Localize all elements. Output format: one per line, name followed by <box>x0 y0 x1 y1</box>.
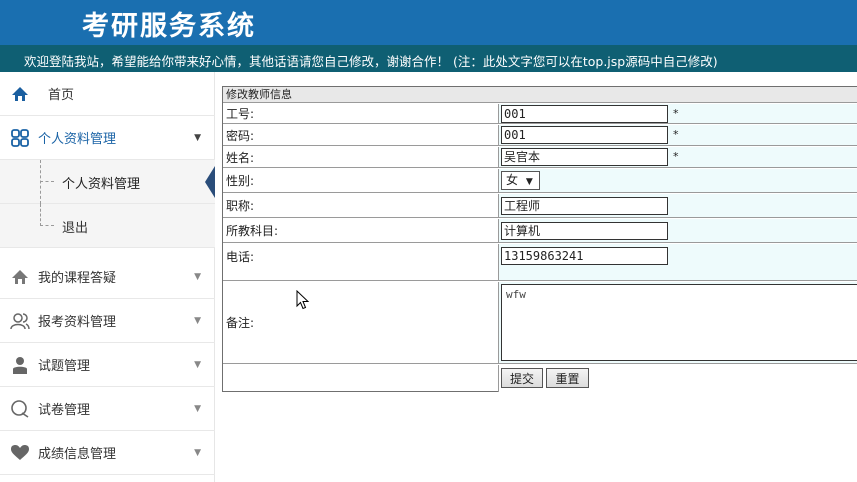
heart-icon <box>10 443 30 463</box>
sidebar-item-label: 试题管理 <box>38 359 91 374</box>
sidebar-item-question-management[interactable]: 试题管理 ▼ <box>0 343 215 387</box>
sidebar-item-paper-management[interactable]: 试卷管理 ▼ <box>0 387 215 431</box>
form-row-id: 工号: 001 * <box>223 104 857 124</box>
caret-down-icon: ▼ <box>194 447 201 458</box>
password-label: 密码: <box>223 125 499 145</box>
caret-down-icon: ▼ <box>194 315 201 326</box>
mouse-pointer-icon <box>296 289 310 310</box>
sidebar-subitem-label: 退出 <box>62 221 89 236</box>
sidebar-item-label: 试卷管理 <box>38 403 91 418</box>
caret-down-icon: ▼ <box>194 132 201 143</box>
form-row-phone: 电话: 13159863241 <box>223 244 857 281</box>
name-input[interactable]: 吴官本 <box>501 148 668 166</box>
remark-label: 备注: <box>223 282 499 363</box>
form-row-gender: 性别: 女 ▼ <box>223 169 857 193</box>
sidebar-item-label: 我的课程答疑 <box>38 271 117 286</box>
remark-textarea[interactable]: wfw <box>501 284 857 361</box>
gender-select[interactable]: 女 ▼ <box>501 171 540 190</box>
job-title-input[interactable]: 工程师 <box>501 197 668 215</box>
password-input[interactable]: 001 <box>501 126 668 144</box>
sidebar-item-label: 个人资料管理 <box>38 132 117 147</box>
submit-button[interactable]: 提交 <box>501 368 543 388</box>
caret-down-icon: ▼ <box>194 271 201 282</box>
name-label: 姓名: <box>223 147 499 167</box>
sidebar-item-home[interactable]: 首页 <box>0 72 215 116</box>
select-arrow-icon: ▼ <box>525 177 533 187</box>
caret-down-icon: ▼ <box>194 359 201 370</box>
sidebar-item-profile-management[interactable]: 个人资料管理 ▼ <box>0 116 215 160</box>
form-row-title: 职称: 工程师 <box>223 194 857 218</box>
notice-text: 欢迎登陆我站，希望能给你带来好心情，其他话语请您自己修改，谢谢合作！ (注：此处… <box>24 54 718 69</box>
header: 考研服务系统 欢迎登陆我站，希望能给你带来好心情，其他话语请您自己修改，谢谢合作… <box>0 0 857 72</box>
id-input[interactable]: 001 <box>501 105 668 123</box>
required-mark: * <box>673 107 679 120</box>
active-pointer-icon <box>205 166 215 198</box>
caret-down-icon: ▼ <box>194 403 201 414</box>
sidebar-item-label: 成绩信息管理 <box>38 447 117 462</box>
app-title: 考研服务系统 <box>82 11 256 42</box>
reset-button[interactable]: 重置 <box>546 368 589 388</box>
form-row-remark: 备注: wfw <box>223 282 857 364</box>
edit-teacher-form: 修改教师信息 工号: 001 * 密码: 001 * 姓名: 吴官本 * 性别: <box>222 86 857 392</box>
users-icon <box>10 311 30 331</box>
user-icon <box>10 355 30 375</box>
form-title: 修改教师信息 <box>223 87 857 103</box>
gender-select-value: 女 <box>506 173 519 187</box>
id-label: 工号: <box>223 104 499 123</box>
sidebar-item-exam-materials[interactable]: 报考资料管理 ▼ <box>0 299 215 343</box>
tree-line <box>40 204 41 226</box>
required-mark: * <box>673 150 679 163</box>
sidebar-item-course-qa[interactable]: 我的课程答疑 ▼ <box>0 255 215 299</box>
app-root: 考研服务系统 欢迎登陆我站，希望能给你带来好心情，其他话语请您自己修改，谢谢合作… <box>0 0 857 482</box>
form-row-name: 姓名: 吴官本 * <box>223 147 857 168</box>
sidebar-subitem-label: 个人资料管理 <box>62 177 141 192</box>
tree-dash <box>40 181 54 182</box>
required-mark: * <box>673 128 679 141</box>
phone-input[interactable]: 13159863241 <box>501 247 668 265</box>
subject-input[interactable]: 计算机 <box>501 222 668 240</box>
gender-label: 性别: <box>223 169 499 192</box>
sidebar-item-score-management[interactable]: 成绩信息管理 ▼ <box>0 431 215 475</box>
sidebar-item-label: 报考资料管理 <box>38 315 117 330</box>
sidebar-subitem-profile-management[interactable]: 个人资料管理 <box>0 160 215 204</box>
sidebar-item-label: 首页 <box>48 88 75 103</box>
home-icon <box>10 267 30 287</box>
sidebar-subitem-logout[interactable]: 退出 <box>0 204 215 248</box>
tree-dash <box>40 225 54 226</box>
actions-label-cell <box>223 365 499 392</box>
form-row-subject: 所教科目: 计算机 <box>223 219 857 243</box>
home-icon <box>10 84 30 104</box>
sidebar: 首页 个人资料管理 ▼ 个人资料管理 退出 我的课程答疑 ▼ 报考资料管理 ▼ … <box>0 72 215 482</box>
chat-icon <box>10 399 30 419</box>
subject-label: 所教科目: <box>223 219 499 242</box>
title-label: 职称: <box>223 194 499 217</box>
form-row-password: 密码: 001 * <box>223 125 857 146</box>
notice-bar: 欢迎登陆我站，希望能给你带来好心情，其他话语请您自己修改，谢谢合作！ (注：此处… <box>0 45 857 72</box>
form-row-actions: 提交 重置 <box>223 365 857 392</box>
grid-icon <box>10 128 30 148</box>
tree-line <box>40 160 41 204</box>
phone-label: 电话: <box>223 244 499 280</box>
